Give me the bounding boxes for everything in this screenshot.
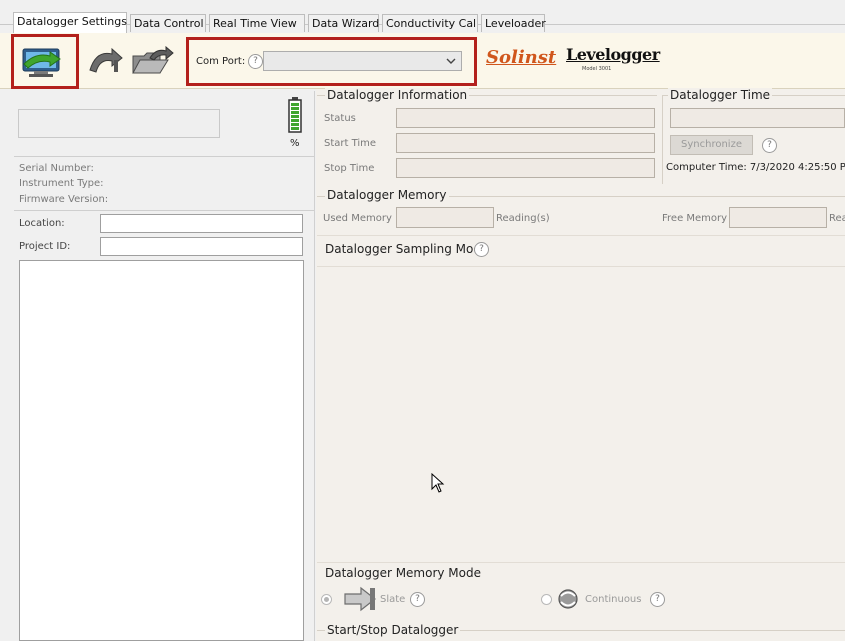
sampling-mode-area (317, 266, 845, 563)
slate-arrow-icon (344, 586, 376, 612)
levelogger-model: Model 3001 (582, 66, 612, 72)
synchronize-help-icon[interactable]: ? (762, 138, 777, 153)
used-memory-unit: Reading(s) (496, 213, 550, 224)
free-memory-unit: Rea (829, 213, 845, 224)
datalogger-info-title: Datalogger Information (325, 88, 470, 102)
computer-arrow-icon (22, 48, 61, 77)
start-stop-title: Start/Stop Datalogger (325, 623, 461, 637)
memory-mode-title: Datalogger Memory Mode (325, 566, 482, 580)
datalogger-time-title: Datalogger Time (668, 88, 773, 102)
datalogger-memory-title: Datalogger Memory (325, 188, 449, 202)
folder-arrow-icon (132, 45, 174, 74)
tab-real-time-view[interactable]: Real Time View (209, 14, 305, 32)
free-memory-field (729, 207, 827, 228)
sampling-mode-help-icon[interactable]: ? (474, 242, 489, 257)
serial-number-label: Serial Number: (19, 163, 94, 174)
status-label: Status (324, 113, 356, 124)
slate-radio[interactable] (321, 594, 332, 605)
notes-textarea[interactable] (19, 260, 304, 641)
instrument-type-label: Instrument Type: (19, 178, 104, 189)
project-id-input[interactable] (100, 237, 303, 256)
tab-data-control[interactable]: Data Control (130, 14, 206, 32)
instrument-display (18, 109, 220, 138)
battery-icon (288, 97, 302, 136)
curved-arrows-icon (89, 47, 123, 73)
tab-bar: Datalogger Settings Data Control Real Ti… (0, 0, 845, 33)
continuous-label: Continuous (585, 594, 642, 605)
com-port-help-icon[interactable]: ? (248, 54, 263, 69)
firmware-version-label: Firmware Version: (19, 194, 109, 205)
continuous-radio[interactable] (541, 594, 552, 605)
tab-leveloader[interactable]: Leveloader (481, 14, 546, 32)
divider (14, 210, 314, 211)
com-port-select[interactable] (263, 51, 462, 71)
stop-time-field (396, 158, 655, 178)
used-memory-label: Used Memory (323, 213, 392, 224)
used-memory-field (396, 207, 494, 228)
slate-label: Slate (380, 594, 406, 605)
levelogger-logo: Levelogger (566, 45, 660, 64)
start-time-field (396, 133, 655, 153)
stop-time-label: Stop Time (324, 163, 375, 174)
open-file-button[interactable] (130, 45, 174, 76)
location-label: Location: (19, 218, 65, 229)
battery-unit: % (290, 138, 300, 149)
project-id-label: Project ID: (19, 241, 71, 252)
slate-help-icon[interactable]: ? (410, 592, 425, 607)
tab-data-wizard[interactable]: Data Wizard (308, 14, 379, 32)
location-input[interactable] (100, 214, 303, 233)
start-time-label: Start Time (324, 138, 377, 149)
tab-conductivity-cal[interactable]: Conductivity Cal (382, 14, 478, 32)
solinst-logo: Solinst (486, 47, 557, 68)
continuous-cycle-icon (558, 589, 578, 609)
mouse-cursor-icon (431, 473, 445, 493)
status-field (396, 108, 655, 128)
retrieve-settings-button[interactable] (20, 46, 64, 78)
datalogger-time-field (670, 108, 845, 128)
chevron-down-icon (446, 58, 456, 64)
continuous-help-icon[interactable]: ? (650, 592, 665, 607)
divider (14, 156, 314, 157)
sampling-mode-title: Datalogger Sampling Mode (325, 242, 489, 256)
synchronize-button[interactable]: Synchronize (670, 135, 753, 155)
tab-datalogger-settings[interactable]: Datalogger Settings (13, 12, 127, 33)
send-settings-button[interactable] (86, 46, 126, 76)
com-port-label: Com Port: (196, 56, 246, 67)
computer-time: Computer Time: 7/3/2020 4:25:50 PM (666, 162, 845, 173)
free-memory-label: Free Memory (662, 213, 728, 224)
